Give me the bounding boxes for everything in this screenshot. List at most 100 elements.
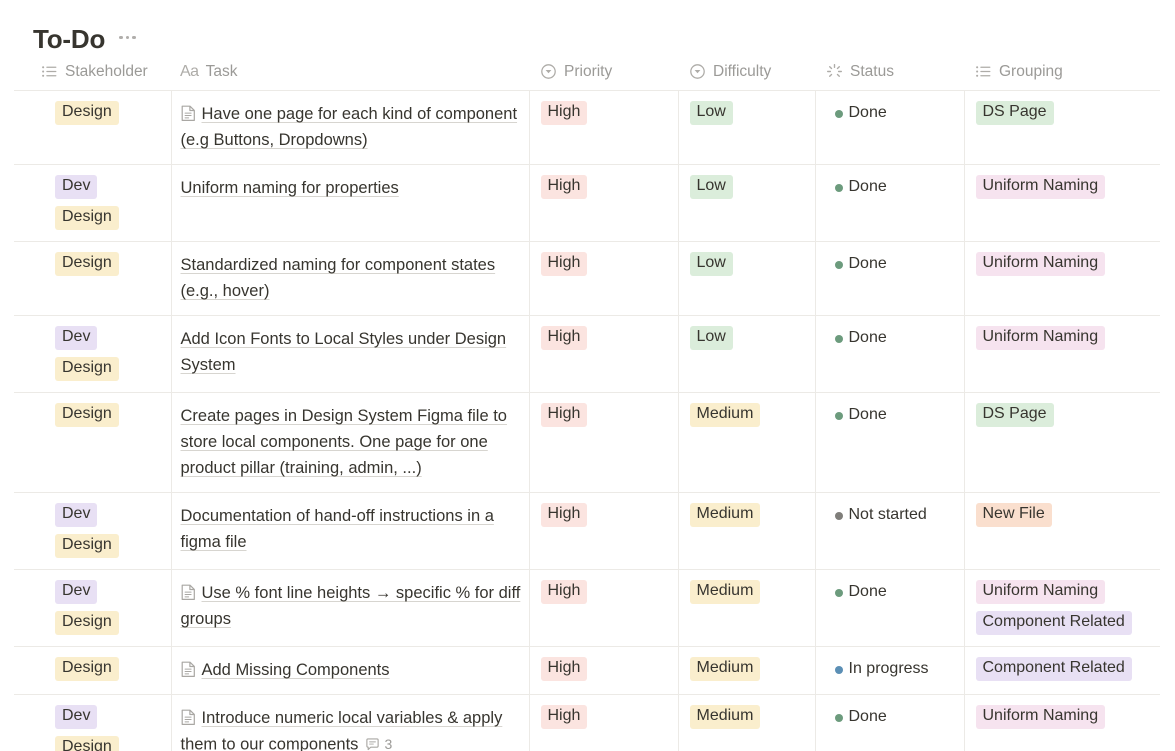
cell-difficulty[interactable]: Medium [678,694,816,751]
cell-task[interactable]: Standardized naming for component states… [171,241,530,316]
cell-priority[interactable]: High [529,315,679,393]
cell-difficulty[interactable]: Low [678,90,816,165]
more-options-icon[interactable] [117,32,138,47]
table-row[interactable]: Dev Design Use % font line heights → spec… [14,569,1160,647]
cell-stakeholder[interactable]: Dev Design [14,569,172,647]
difficulty-tag[interactable]: Low [689,175,733,199]
cell-priority[interactable]: High [529,241,679,316]
cell-task[interactable]: Create pages in Design System Figma file… [171,392,530,493]
difficulty-tag[interactable]: Medium [689,403,761,427]
stakeholder-tag[interactable]: Dev [55,326,98,350]
cell-difficulty[interactable]: Low [678,241,816,316]
stakeholder-tag[interactable]: Design [55,657,119,681]
cell-priority[interactable]: High [529,569,679,647]
table-row[interactable]: Design Standardized naming for component … [14,241,1160,316]
cell-priority[interactable]: High [529,164,679,242]
status-badge[interactable]: Not started [827,503,937,528]
task-title[interactable]: Create pages in Design System Figma file… [181,407,507,477]
stakeholder-tag[interactable]: Dev [55,705,98,729]
task-title[interactable]: Have one page for each kind of component… [181,105,518,149]
status-badge[interactable]: In progress [827,657,939,682]
stakeholder-tag[interactable]: Dev [55,175,98,199]
difficulty-tag[interactable]: Medium [689,657,761,681]
cell-priority[interactable]: High [529,392,679,493]
table-row[interactable]: Dev Design Introduce numeric local variab… [14,694,1160,751]
grouping-tag[interactable]: DS Page [975,101,1054,125]
cell-stakeholder[interactable]: Design [14,392,172,493]
cell-difficulty[interactable]: Medium [678,492,816,570]
stakeholder-tag[interactable]: Design [55,252,119,276]
difficulty-tag[interactable]: Low [689,101,733,125]
status-badge[interactable]: Done [827,175,897,200]
task-title[interactable]: Use % font line heights → specific % for… [181,584,521,628]
cell-grouping[interactable]: Component Related [964,646,1160,695]
cell-task[interactable]: Add Missing Components [171,646,530,695]
grouping-tag[interactable]: Uniform Naming [975,326,1106,350]
grouping-tag[interactable]: New File [975,503,1052,527]
cell-task[interactable]: Uniform naming for properties [171,164,530,242]
cell-grouping[interactable]: DS Page [964,392,1160,493]
column-header-grouping[interactable]: Grouping [964,56,1160,91]
grouping-tag[interactable]: Uniform Naming [975,175,1106,199]
cell-priority[interactable]: High [529,90,679,165]
cell-stakeholder[interactable]: Dev Design [14,315,172,393]
cell-status[interactable]: Not started [815,492,965,570]
cell-task[interactable]: Introduce numeric local variables & appl… [171,694,530,751]
cell-grouping[interactable]: New File [964,492,1160,570]
cell-grouping[interactable]: Uniform Naming Component Related [964,569,1160,647]
stakeholder-tag[interactable]: Design [55,357,119,381]
stakeholder-tag[interactable]: Design [55,611,119,635]
difficulty-tag[interactable]: Low [689,326,733,350]
grouping-tag[interactable]: Component Related [975,611,1132,635]
cell-difficulty[interactable]: Medium [678,646,816,695]
cell-status[interactable]: Done [815,694,965,751]
table-row[interactable]: Dev Design Documentation of hand-off instr… [14,492,1160,570]
difficulty-tag[interactable]: Low [689,252,733,276]
stakeholder-tag[interactable]: Design [55,736,119,751]
cell-status[interactable]: Done [815,392,965,493]
cell-status[interactable]: Done [815,90,965,165]
cell-grouping[interactable]: Uniform Naming [964,315,1160,393]
stakeholder-tag[interactable]: Design [55,534,119,558]
cell-task[interactable]: Have one page for each kind of component… [171,90,530,165]
table-row[interactable]: Dev Design Add Icon Fonts to Local Styles … [14,315,1160,393]
status-badge[interactable]: Done [827,326,897,351]
cell-stakeholder[interactable]: Dev Design [14,694,172,751]
stakeholder-tag[interactable]: Dev [55,503,98,527]
grouping-tag[interactable]: Component Related [975,657,1132,681]
difficulty-tag[interactable]: Medium [689,580,761,604]
stakeholder-tag[interactable]: Design [55,403,119,427]
cell-task[interactable]: Documentation of hand-off instructions i… [171,492,530,570]
priority-tag[interactable]: High [540,503,588,527]
cell-status[interactable]: Done [815,241,965,316]
status-badge[interactable]: Done [827,580,897,605]
priority-tag[interactable]: High [540,657,588,681]
cell-stakeholder[interactable]: Dev Design [14,492,172,570]
task-title[interactable]: Standardized naming for component states… [181,256,496,300]
cell-task[interactable]: Add Icon Fonts to Local Styles under Des… [171,315,530,393]
priority-tag[interactable]: High [540,101,588,125]
cell-stakeholder[interactable]: Dev Design [14,164,172,242]
stakeholder-tag[interactable]: Design [55,101,119,125]
table-row[interactable]: Design Create pages in Design System Figm… [14,392,1160,493]
grouping-tag[interactable]: Uniform Naming [975,705,1106,729]
task-title[interactable]: Add Missing Components [202,661,390,679]
difficulty-tag[interactable]: Medium [689,503,761,527]
grouping-tag[interactable]: Uniform Naming [975,252,1106,276]
priority-tag[interactable]: High [540,252,588,276]
cell-stakeholder[interactable]: Design [14,646,172,695]
priority-tag[interactable]: High [540,580,588,604]
stakeholder-tag[interactable]: Dev [55,580,98,604]
table-row[interactable]: Design Have one page for each kind of co… [14,90,1160,165]
status-badge[interactable]: Done [827,403,897,428]
priority-tag[interactable]: High [540,705,588,729]
column-header-status[interactable]: Status [815,56,964,91]
priority-tag[interactable]: High [540,403,588,427]
task-title[interactable]: Uniform naming for properties [181,179,399,197]
priority-tag[interactable]: High [540,175,588,199]
cell-priority[interactable]: High [529,492,679,570]
cell-grouping[interactable]: Uniform Naming [964,164,1160,242]
cell-grouping[interactable]: Uniform Naming [964,241,1160,316]
cell-difficulty[interactable]: Medium [678,392,816,493]
difficulty-tag[interactable]: Medium [689,705,761,729]
